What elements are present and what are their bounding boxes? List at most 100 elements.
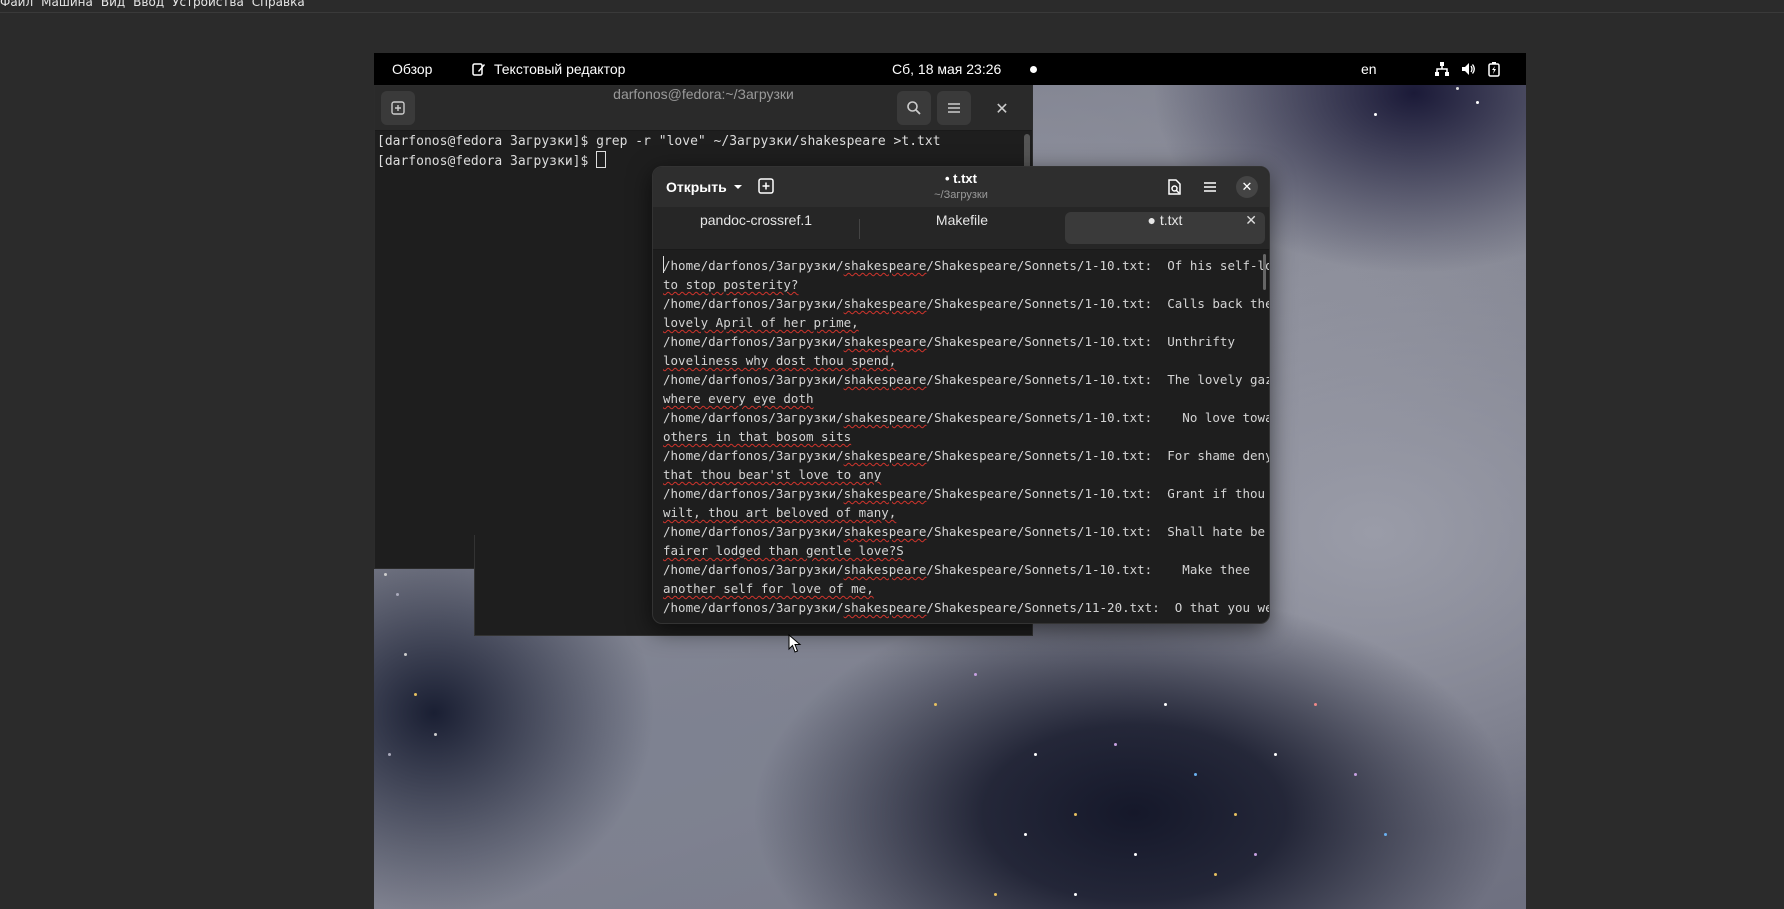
line-text: fairer lodged than gentle love?S (663, 543, 904, 558)
editor-line: /home/darfonos/Загрузки/shakespeare/Shak… (663, 332, 1259, 351)
line-misspelled-word: shakespeare (843, 372, 927, 387)
activities-button[interactable]: Обзор (392, 53, 432, 85)
line-text: loveliness why dost thou spend, (663, 353, 897, 368)
network-icon[interactable] (1434, 61, 1450, 77)
line-misspelled-word: shakespeare (843, 334, 927, 349)
search-button[interactable] (897, 91, 931, 125)
editor-line: others in that bosom sits (663, 427, 1259, 446)
close-icon: ✕ (995, 98, 1009, 118)
editor-line: another self for love of me, (663, 579, 1259, 598)
editor-line: /home/darfonos/Загрузки/shakespeare/Shak… (663, 560, 1259, 579)
wallpaper-star (414, 693, 417, 696)
tab-t-txt[interactable]: ● t.txt ✕ (1065, 212, 1265, 244)
host-menubar: Файл Машина Вид Ввод Устройства Справка (0, 0, 1784, 13)
line-text: /home/darfonos/Загрузки/ (663, 296, 844, 311)
host-menu-devices[interactable]: Устройства (172, 0, 252, 10)
host-menu-view[interactable]: Вид (101, 0, 133, 10)
clock[interactable]: Сб, 18 мая 23:26 (892, 53, 1001, 85)
line-text: /home/darfonos/Загрузки/ (663, 258, 844, 273)
editor-tab-bar: pandoc-crossref.1 Makefile ● t.txt ✕ (653, 207, 1269, 250)
editor-line: fairer lodged than gentle love?S (663, 541, 1259, 560)
wallpaper-star (1476, 101, 1479, 104)
line-text: to stop posterity? (663, 277, 799, 292)
line-misspelled-word: shakespeare (843, 562, 927, 577)
volume-icon[interactable] (1460, 61, 1476, 77)
line-text: /Shakespeare/Sonnets/1-10.txt: Unthrifty (926, 334, 1235, 349)
editor-line: lovely April of her prime, (663, 313, 1259, 332)
tab-makefile[interactable]: Makefile (859, 212, 1065, 244)
line-text: where every eye doth (663, 391, 814, 406)
terminal-close-button[interactable]: ✕ (985, 91, 1019, 125)
wallpaper-star (1074, 813, 1077, 816)
wallpaper-star (1074, 893, 1077, 896)
terminal-menu-button[interactable] (937, 91, 971, 125)
editor-line: /home/darfonos/Загрузки/shakespeare/Shak… (663, 370, 1269, 389)
line-misspelled-word: shakespeare (843, 486, 927, 501)
save-icon[interactable] (1165, 178, 1183, 196)
tab-pandoc-crossref[interactable]: pandoc-crossref.1 (653, 212, 859, 244)
close-icon: ✕ (1241, 179, 1253, 195)
wallpaper-star (994, 893, 997, 896)
terminal-cursor (596, 151, 607, 168)
line-text: lovely April of her prime, (663, 315, 859, 330)
line-text: others in that bosom sits (663, 429, 852, 444)
wallpaper-star (1214, 873, 1217, 876)
line-misspelled-word: shakespeare (843, 448, 927, 463)
line-text: /home/darfonos/Загрузки/ (663, 600, 844, 615)
wallpaper-star (1024, 833, 1027, 836)
wallpaper-star (1274, 753, 1277, 756)
keyboard-layout-indicator[interactable]: en (1361, 53, 1377, 85)
editor-scrollbar[interactable] (1263, 254, 1266, 290)
wallpaper-star (1034, 753, 1037, 756)
tab-label: pandoc-crossref.1 (699, 212, 813, 228)
editor-menu-icon[interactable] (1201, 178, 1219, 196)
tab-label: Makefile (935, 212, 989, 228)
line-misspelled-word: shakespeare (843, 410, 927, 425)
wallpaper-star (974, 673, 977, 676)
text-editor-icon (472, 63, 485, 76)
line-text: /home/darfonos/Загрузки/ (663, 524, 844, 539)
line-text: /Shakespeare/Sonnets/1-10.txt: No love t… (926, 410, 1269, 425)
editor-text-area[interactable]: /home/darfonos/Загрузки/shakespeare/Shak… (653, 250, 1269, 623)
host-menu-machine[interactable]: Машина (41, 0, 101, 10)
editor-line: that thou bear'st love to any (663, 465, 1259, 484)
line-text: that thou bear'st love to any (663, 467, 882, 482)
line-text: /home/darfonos/Загрузки/ (663, 410, 844, 425)
terminal-headerbar[interactable]: darfonos@fedora:~/Загрузки ✕ (375, 86, 1032, 131)
line-text: /Shakespeare/Sonnets/1-10.txt: Of his se… (926, 258, 1269, 273)
wallpaper-star (384, 573, 387, 576)
line-misspelled-word: shakespeare (843, 258, 927, 273)
wallpaper-star (1374, 113, 1377, 116)
hamburger-menu-icon (948, 103, 960, 113)
active-app-menu[interactable]: Текстовый редактор (472, 53, 625, 85)
line-text: /home/darfonos/Загрузки/ (663, 486, 844, 501)
guest-desktop: Обзор Текстовый редактор Сб, 18 мая 23:2… (374, 53, 1526, 909)
editor-close-button[interactable]: ✕ (1236, 176, 1258, 198)
wallpaper-star (396, 593, 399, 596)
tab-close-icon[interactable]: ✕ (1245, 212, 1257, 229)
mouse-pointer-icon (788, 634, 802, 653)
battery-icon[interactable] (1486, 61, 1502, 77)
line-text: /Shakespeare/Sonnets/11-20.txt: O that y… (926, 600, 1269, 615)
host-menu-input[interactable]: Ввод (133, 0, 172, 10)
line-text: /Shakespeare/Sonnets/1-10.txt: Shall hat… (926, 524, 1266, 539)
terminal-line: [darfonos@fedora Загрузки]$ grep -r "lov… (377, 134, 941, 149)
editor-line: /home/darfonos/Загрузки/shakespeare/Shak… (663, 484, 1265, 503)
terminal-prompt: [darfonos@fedora Загрузки]$ (377, 154, 597, 169)
text-editor-window[interactable]: Открыть • t.txt ~/Загрузки ✕ pandoc-cros… (652, 166, 1270, 624)
host-menu-help[interactable]: Справка (252, 0, 313, 10)
editor-line: /home/darfonos/Загрузки/shakespeare/Shak… (663, 598, 1269, 617)
tab-label: ● t.txt (1147, 212, 1183, 228)
wallpaper-star (1254, 853, 1257, 856)
line-misspelled-word: shakespeare (843, 296, 927, 311)
wallpaper-star (1234, 813, 1237, 816)
line-text: /home/darfonos/Загрузки/ (663, 448, 844, 463)
editor-line: /home/darfonos/Загрузки/shakespeare/Shak… (663, 408, 1269, 427)
editor-headerbar[interactable]: Открыть • t.txt ~/Загрузки ✕ (653, 167, 1269, 207)
line-text: /Shakespeare/Sonnets/1-10.txt: The lovel… (926, 372, 1269, 387)
editor-line: /home/darfonos/Загрузки/shakespeare/Shak… (663, 446, 1269, 465)
search-icon (907, 101, 921, 115)
wallpaper-star (1194, 773, 1197, 776)
editor-line: /home/darfonos/Загрузки/shakespeare/Shak… (663, 294, 1269, 313)
host-menu-file[interactable]: Файл (0, 0, 41, 10)
